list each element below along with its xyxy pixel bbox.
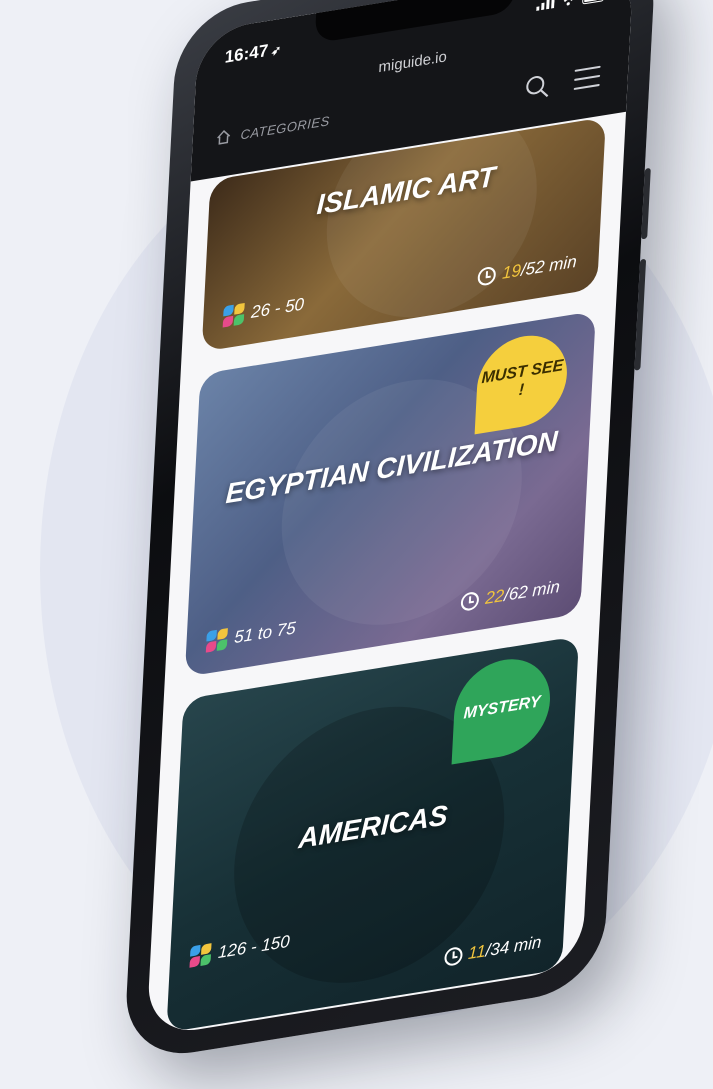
petal-icon bbox=[205, 628, 229, 654]
status-icons bbox=[536, 0, 605, 14]
duration-rest: /52 min bbox=[520, 251, 578, 280]
search-icon[interactable] bbox=[524, 72, 551, 102]
location-arrow-icon: ➶ bbox=[270, 42, 282, 59]
duration-current: 11 bbox=[467, 941, 487, 964]
signal-icon bbox=[536, 0, 555, 14]
duration-current: 19 bbox=[501, 260, 522, 283]
duration-current: 22 bbox=[484, 585, 505, 608]
card-range: 26 - 50 bbox=[222, 293, 305, 329]
card-range: 51 to 75 bbox=[205, 617, 297, 654]
breadcrumb-categories[interactable]: CATEGORIES bbox=[240, 113, 330, 142]
home-icon[interactable] bbox=[216, 129, 231, 145]
petal-icon bbox=[189, 943, 212, 969]
category-card-americas[interactable]: MYSTERY AMERICAS 126 - 150 11/34 min bbox=[166, 635, 580, 1033]
clock-icon bbox=[460, 590, 480, 612]
duration-rest: /62 min bbox=[503, 576, 561, 605]
menu-icon[interactable] bbox=[573, 65, 601, 92]
card-duration: 11/34 min bbox=[443, 932, 542, 968]
phone-screen: 16:47 ➶ miguide.io CATEGORIES ISLAMIC AR… bbox=[146, 0, 634, 1038]
card-range: 126 - 150 bbox=[189, 931, 290, 969]
status-time: 16:47 ➶ bbox=[224, 39, 282, 68]
card-range-text: 26 - 50 bbox=[250, 294, 305, 323]
clock-icon bbox=[443, 946, 463, 968]
duration-rest: /34 min bbox=[485, 932, 542, 961]
battery-icon bbox=[582, 0, 605, 5]
phone-mockup: 16:47 ➶ miguide.io CATEGORIES ISLAMIC AR… bbox=[123, 0, 657, 1064]
clock-icon bbox=[477, 265, 497, 287]
card-duration: 22/62 min bbox=[460, 576, 561, 613]
must-see-badge: MUST SEE ! bbox=[474, 329, 570, 435]
card-range-text: 51 to 75 bbox=[233, 618, 297, 648]
status-time-text: 16:47 bbox=[224, 40, 269, 67]
mystery-badge: MYSTERY bbox=[451, 652, 553, 765]
category-card-egyptian-civilization[interactable]: MUST SEE ! EGYPTIAN CIVILIZATION 51 to 7… bbox=[184, 310, 596, 678]
category-list: ISLAMIC ART 26 - 50 19/52 min MUST SEE !… bbox=[165, 116, 606, 1038]
wifi-icon bbox=[560, 0, 577, 10]
petal-icon bbox=[222, 302, 246, 329]
